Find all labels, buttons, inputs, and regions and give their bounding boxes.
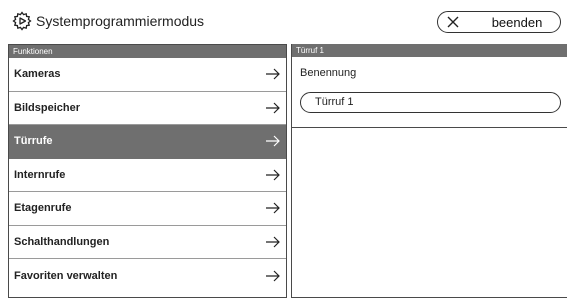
menu-item-label: Kameras xyxy=(14,68,61,81)
functions-panel: Funktionen Kameras Bildspeicher Türrufe … xyxy=(8,44,287,298)
top-bar: Systemprogrammiermodus beenden xyxy=(0,0,567,42)
menu-item-favoriten-verwalten[interactable]: Favoriten verwalten xyxy=(9,259,286,293)
detail-body: Benennung Türruf 1 xyxy=(292,57,567,128)
menu-item-bildspeicher[interactable]: Bildspeicher xyxy=(9,92,286,125)
close-icon xyxy=(447,16,459,28)
menu-item-label: Etagenrufe xyxy=(14,202,72,215)
arrow-right-icon xyxy=(266,102,280,114)
page-title: Systemprogrammiermodus xyxy=(36,13,205,29)
menu-item-internrufe[interactable]: Internrufe xyxy=(9,159,286,192)
detail-section-header: Türruf 1 xyxy=(292,44,567,57)
menu-item-label: Türrufe xyxy=(14,135,53,148)
arrow-right-icon xyxy=(266,236,280,248)
name-input[interactable]: Türruf 1 xyxy=(300,92,561,113)
menu-item-kameras[interactable]: Kameras xyxy=(9,58,286,92)
menu-item-label: Schalthandlungen xyxy=(14,235,110,248)
arrow-right-icon xyxy=(266,135,280,147)
menu-item-label: Favoriten verwalten xyxy=(14,269,118,282)
menu-item-label: Internrufe xyxy=(14,168,66,181)
exit-button-label: beenden xyxy=(491,15,543,30)
functions-section-header: Funktionen xyxy=(9,45,286,58)
detail-panel: Türruf 1 Benennung Türruf 1 xyxy=(291,44,567,298)
menu-item-tuerrufe[interactable]: Türrufe xyxy=(9,125,286,159)
arrow-right-icon xyxy=(266,270,280,282)
arrow-right-icon xyxy=(266,202,280,214)
menu-item-label: Bildspeicher xyxy=(14,101,81,114)
arrow-right-icon xyxy=(266,68,280,80)
gear-icon xyxy=(12,11,32,31)
name-field-label: Benennung xyxy=(300,67,357,79)
menu-item-schalthandlungen[interactable]: Schalthandlungen xyxy=(9,226,286,259)
arrow-right-icon xyxy=(266,169,280,181)
menu-item-etagenrufe[interactable]: Etagenrufe xyxy=(9,192,286,226)
exit-button[interactable]: beenden xyxy=(437,11,561,33)
